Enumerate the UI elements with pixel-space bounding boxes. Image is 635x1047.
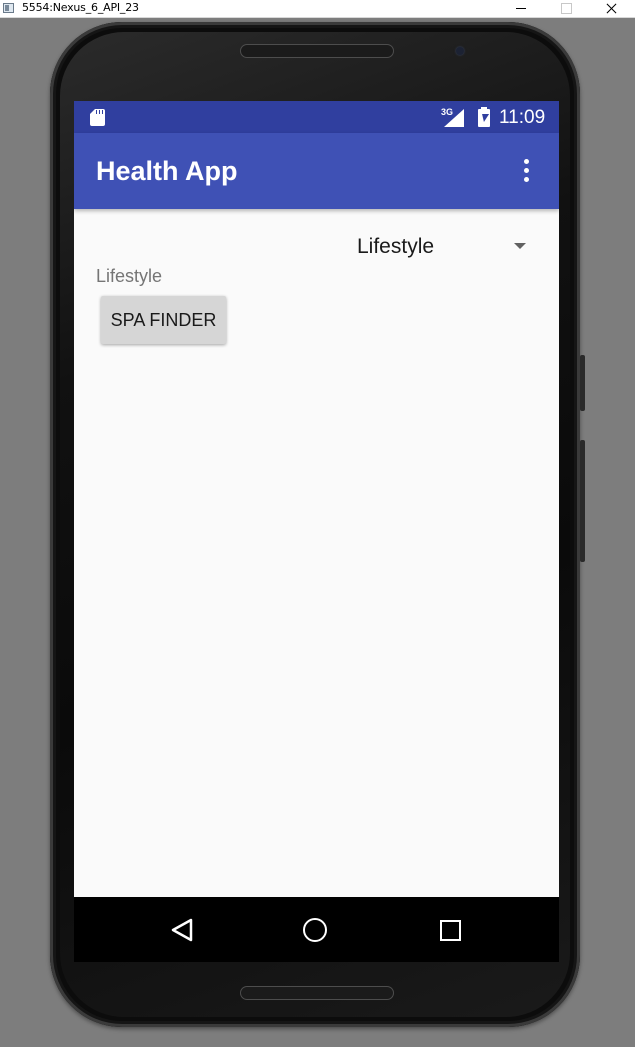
window-title: 5554:Nexus_6_API_23: [22, 1, 139, 14]
app-toolbar: Health App: [74, 133, 559, 209]
volume-button[interactable]: [580, 440, 585, 562]
maximize-button[interactable]: [546, 0, 586, 17]
sd-card-icon: [90, 109, 105, 126]
close-window-button[interactable]: [591, 0, 631, 17]
front-camera: [456, 47, 464, 55]
emulator-app-icon: [3, 3, 14, 13]
battery-charging-icon: [478, 107, 490, 127]
status-clock: 11:09: [499, 107, 546, 128]
emulator-title-bar: 5554:Nexus_6_API_23: [0, 0, 635, 18]
back-icon[interactable]: [171, 918, 193, 942]
more-vert-icon[interactable]: [521, 159, 533, 185]
spinner-selected-value: Lifestyle: [357, 235, 435, 258]
status-bar: 3G 11:09: [74, 101, 559, 133]
minimize-button[interactable]: [501, 0, 541, 17]
navigation-bar: [74, 897, 559, 962]
top-speaker: [240, 44, 394, 58]
recents-icon[interactable]: [440, 920, 461, 941]
category-spinner[interactable]: Lifestyle: [357, 229, 537, 265]
network-type-label: 3G: [441, 107, 454, 117]
spa-finder-button[interactable]: SPA FINDER: [101, 296, 226, 344]
bottom-speaker: [240, 986, 394, 1000]
device-screen: 3G 11:09 Health App Lifestyle Lifestyle …: [74, 101, 559, 962]
power-button[interactable]: [580, 355, 585, 411]
home-icon[interactable]: [303, 918, 327, 942]
app-title: Health App: [96, 156, 238, 186]
category-label: Lifestyle: [96, 266, 163, 286]
dropdown-arrow-icon: [514, 243, 526, 249]
